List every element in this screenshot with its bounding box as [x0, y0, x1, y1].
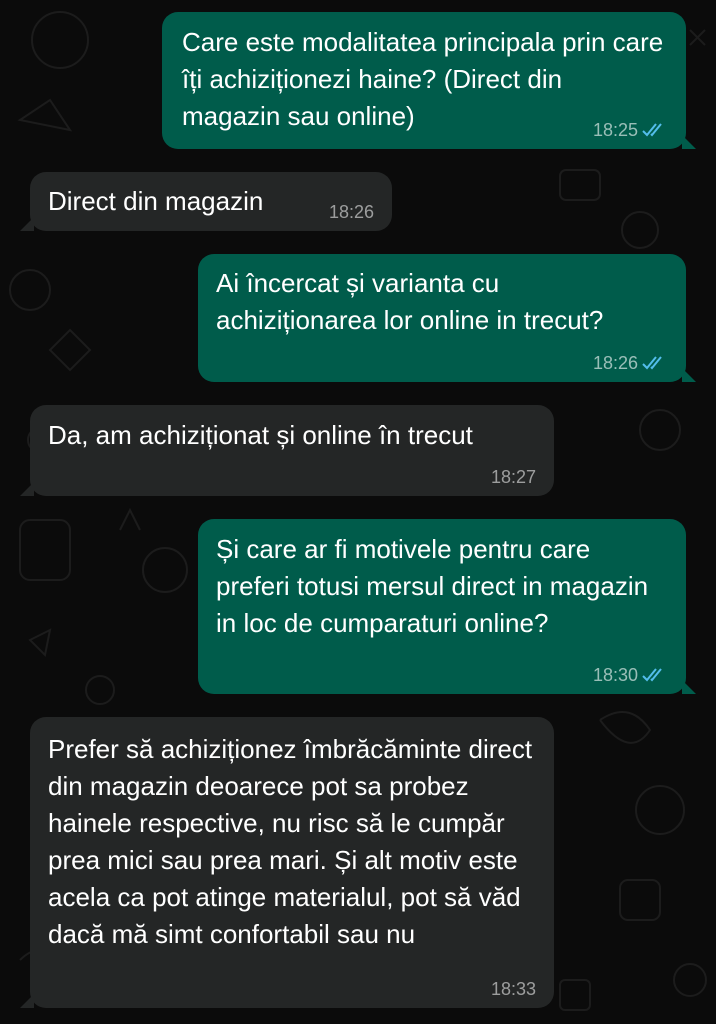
message-meta: 18:33	[491, 978, 536, 1000]
message-text: Ai încercat și varianta cu achiziționare…	[216, 268, 604, 335]
message-bubble-outgoing[interactable]: Ai încercat și varianta cu achiziționare…	[198, 254, 696, 382]
message-meta: 18:26	[593, 352, 668, 374]
message-time: 18:30	[592, 665, 638, 685]
message-meta: 18:26	[329, 201, 374, 223]
message-text: Direct din magazin	[48, 186, 264, 216]
message-bubble-outgoing[interactable]: Și care ar fi motivele pentru care prefe…	[198, 519, 696, 694]
double-check-read-icon	[642, 356, 662, 370]
message-bubble-incoming[interactable]: Prefer să achiziționez îmbrăcăminte dire…	[20, 717, 554, 1008]
chat-conversation: Care este modalitatea principala prin ca…	[0, 0, 716, 1024]
double-check-read-icon	[642, 668, 662, 682]
message-time: 18:25	[592, 120, 638, 140]
message-text: Și care ar fi motivele pentru care prefe…	[216, 534, 649, 638]
message-meta: 18:30	[593, 664, 668, 686]
message-bubble-outgoing[interactable]: Care este modalitatea principala prin ca…	[162, 12, 696, 149]
message-bubble-incoming[interactable]: Direct din magazin 18:26	[20, 172, 392, 231]
message-bubble-incoming[interactable]: Da, am achiziționat și online în trecut …	[20, 405, 554, 496]
message-text: Da, am achiziționat și online în trecut	[48, 420, 473, 450]
message-time: 18:26	[592, 353, 638, 373]
double-check-read-icon	[642, 123, 662, 137]
message-time: 18:33	[490, 979, 536, 999]
message-time: 18:26	[328, 202, 374, 222]
message-meta: 18:27	[491, 466, 536, 488]
message-meta: 18:25	[593, 119, 668, 141]
message-time: 18:27	[490, 467, 536, 487]
message-text: Prefer să achiziționez îmbrăcăminte dire…	[48, 734, 533, 949]
